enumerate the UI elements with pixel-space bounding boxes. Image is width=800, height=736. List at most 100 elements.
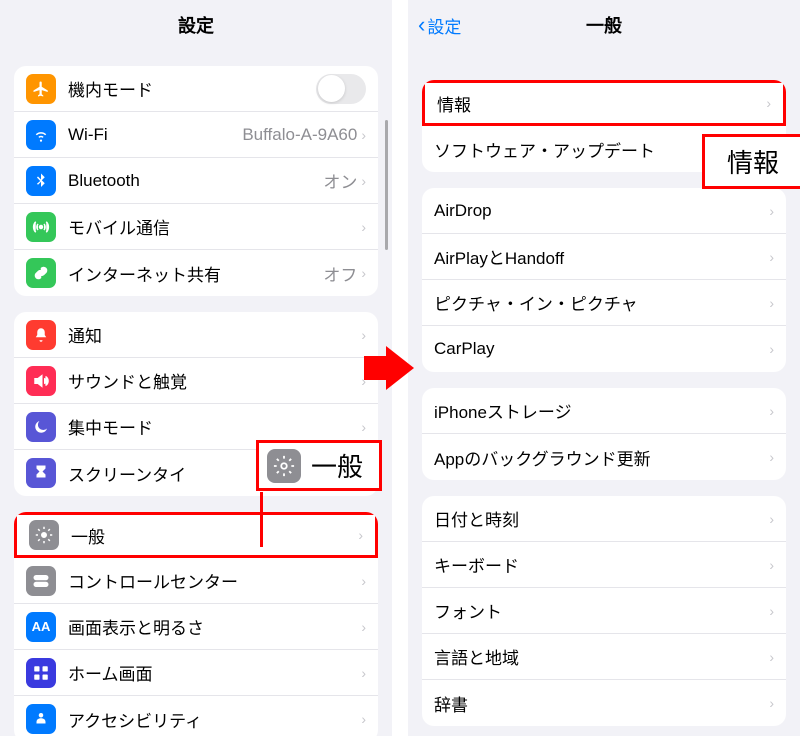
settings-list[interactable]: 機内モードWi-FiBuffalo-A-9A60›Bluetoothオン›モバイ… xyxy=(0,50,392,736)
bluetooth-icon xyxy=(26,166,56,196)
chevron-right-icon: › xyxy=(361,327,366,343)
settings-row[interactable]: 日付と時刻› xyxy=(422,496,786,542)
row-label: AirPlayとHandoff xyxy=(434,244,769,269)
settings-row[interactable]: インターネット共有オフ› xyxy=(14,250,378,296)
chevron-right-icon: › xyxy=(361,265,366,281)
settings-row[interactable]: 情報› xyxy=(422,80,786,126)
group-system: 日付と時刻›キーボード›フォント›言語と地域›辞書› xyxy=(422,496,786,726)
chevron-right-icon: › xyxy=(766,95,771,111)
settings-row[interactable]: キーボード› xyxy=(422,542,786,588)
chevron-right-icon: › xyxy=(769,295,774,311)
settings-row[interactable]: Appのバックグラウンド更新› xyxy=(422,434,786,480)
chevron-right-icon: › xyxy=(769,603,774,619)
settings-row[interactable]: Bluetoothオン› xyxy=(14,158,378,204)
row-label: AirDrop xyxy=(434,201,769,221)
settings-row[interactable]: AirDrop› xyxy=(422,188,786,234)
settings-row[interactable]: 一般› xyxy=(14,512,378,558)
callout-label: 一般 xyxy=(311,447,363,484)
row-label: 情報 xyxy=(437,91,766,116)
group-general: 一般›コントロールセンター›AA画面表示と明るさ›ホーム画面›アクセシビリティ› xyxy=(14,512,378,736)
person-icon xyxy=(26,704,56,734)
scrollbar[interactable] xyxy=(385,120,388,250)
settings-row[interactable]: Wi-FiBuffalo-A-9A60› xyxy=(14,112,378,158)
link-icon xyxy=(26,258,56,288)
general-screen: ‹ 設定 一般 情報›ソフトウェア・アップデート› AirDrop›AirPla… xyxy=(408,0,800,736)
settings-row[interactable]: フォント› xyxy=(422,588,786,634)
settings-row[interactable]: CarPlay› xyxy=(422,326,786,372)
settings-row[interactable]: 辞書› xyxy=(422,680,786,726)
row-label: 画面表示と明るさ xyxy=(68,614,361,639)
airplane-icon xyxy=(26,74,56,104)
settings-row[interactable]: 通知› xyxy=(14,312,378,358)
group-connectivity: 機内モードWi-FiBuffalo-A-9A60›Bluetoothオン›モバイ… xyxy=(14,66,378,296)
row-label: 辞書 xyxy=(434,691,769,716)
chevron-right-icon: › xyxy=(361,665,366,681)
row-label: 通知 xyxy=(68,322,361,347)
row-label: モバイル通信 xyxy=(68,214,361,239)
row-label: iPhoneストレージ xyxy=(434,398,769,423)
row-label: フォント xyxy=(434,598,769,623)
bell-icon xyxy=(26,320,56,350)
row-label: CarPlay xyxy=(434,339,769,359)
chevron-right-icon: › xyxy=(358,527,363,543)
settings-row[interactable]: 機内モード xyxy=(14,66,378,112)
row-label: Wi-Fi xyxy=(68,125,242,145)
settings-row[interactable]: ホーム画面› xyxy=(14,650,378,696)
grid-icon xyxy=(26,658,56,688)
row-label: 日付と時刻 xyxy=(434,506,769,531)
moon-icon xyxy=(26,412,56,442)
chevron-right-icon: › xyxy=(769,449,774,465)
callout-general: 一般 xyxy=(256,440,382,491)
group-airfeatures: AirDrop›AirPlayとHandoff›ピクチャ・イン・ピクチャ›Car… xyxy=(422,188,786,372)
toggle-switch[interactable] xyxy=(316,74,366,104)
chevron-right-icon: › xyxy=(769,557,774,573)
chevron-right-icon: › xyxy=(361,573,366,589)
gear-icon xyxy=(267,449,301,483)
chevron-right-icon: › xyxy=(361,127,366,143)
settings-row[interactable]: 言語と地域› xyxy=(422,634,786,680)
callout-about: 情報 xyxy=(702,134,800,189)
row-label: 言語と地域 xyxy=(434,644,769,669)
hourglass-icon xyxy=(26,458,56,488)
settings-screen: 設定 機内モードWi-FiBuffalo-A-9A60›Bluetoothオン›… xyxy=(0,0,392,736)
group-storage: iPhoneストレージ›Appのバックグラウンド更新› xyxy=(422,388,786,480)
settings-row[interactable]: モバイル通信› xyxy=(14,204,378,250)
back-label: 設定 xyxy=(427,13,461,38)
row-label: 集中モード xyxy=(68,414,361,439)
row-label: Appのバックグラウンド更新 xyxy=(434,445,769,470)
switches-icon xyxy=(26,566,56,596)
chevron-right-icon: › xyxy=(361,619,366,635)
row-label: ピクチャ・イン・ピクチャ xyxy=(434,290,769,315)
chevron-left-icon: ‹ xyxy=(418,12,425,38)
settings-row[interactable]: AirPlayとHandoff› xyxy=(422,234,786,280)
callout-label: 情報 xyxy=(727,143,779,180)
navbar: 設定 xyxy=(0,0,392,50)
settings-row[interactable]: アクセシビリティ› xyxy=(14,696,378,736)
gear-icon xyxy=(29,520,59,550)
settings-row[interactable]: AA画面表示と明るさ› xyxy=(14,604,378,650)
wifi-icon xyxy=(26,120,56,150)
back-button[interactable]: ‹ 設定 xyxy=(418,12,461,38)
settings-row[interactable]: コントロールセンター› xyxy=(14,558,378,604)
chevron-right-icon: › xyxy=(361,419,366,435)
chevron-right-icon: › xyxy=(769,249,774,265)
speaker-icon xyxy=(26,366,56,396)
navbar: ‹ 設定 一般 xyxy=(408,0,800,50)
page-title: 設定 xyxy=(178,12,214,38)
row-label: Bluetooth xyxy=(68,171,323,191)
settings-row[interactable]: サウンドと触覚› xyxy=(14,358,378,404)
chevron-right-icon: › xyxy=(769,203,774,219)
row-value: Buffalo-A-9A60 xyxy=(242,125,357,145)
chevron-right-icon: › xyxy=(769,341,774,357)
row-value: オン xyxy=(323,168,357,193)
row-value: オフ xyxy=(323,261,357,286)
page-title: 一般 xyxy=(586,12,622,38)
general-list[interactable]: 情報›ソフトウェア・アップデート› AirDrop›AirPlayとHandof… xyxy=(408,50,800,736)
antenna-icon xyxy=(26,212,56,242)
row-label: サウンドと触覚 xyxy=(68,368,361,393)
settings-row[interactable]: iPhoneストレージ› xyxy=(422,388,786,434)
row-label: コントロールセンター xyxy=(68,568,361,593)
settings-row[interactable]: ピクチャ・イン・ピクチャ› xyxy=(422,280,786,326)
row-label: ホーム画面 xyxy=(68,660,361,685)
annotation-line xyxy=(260,492,263,547)
